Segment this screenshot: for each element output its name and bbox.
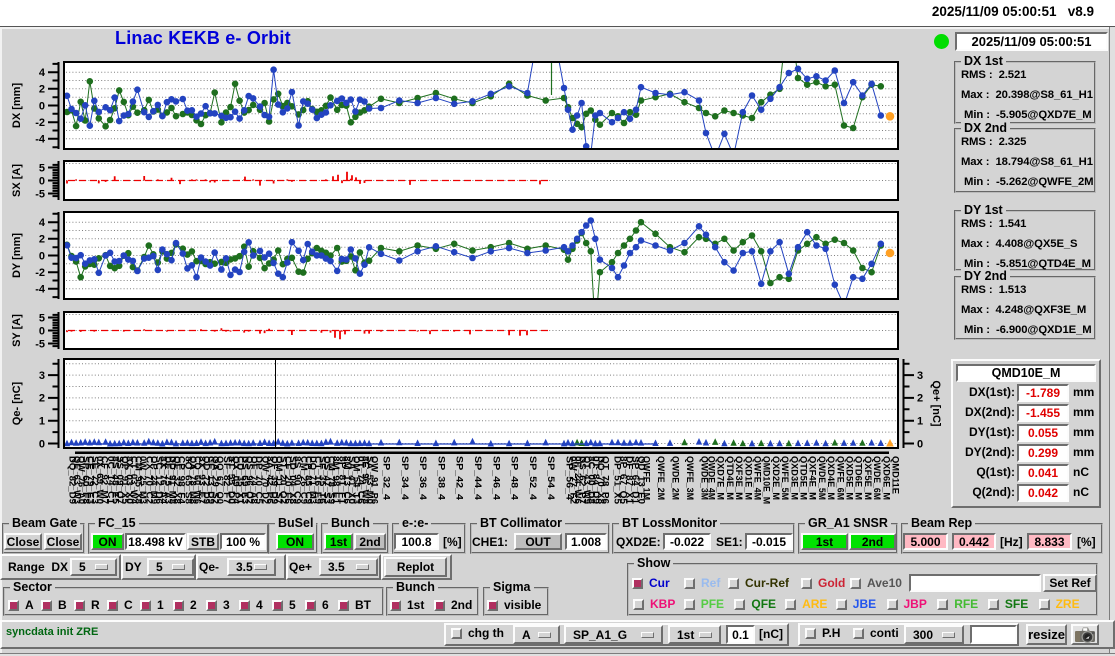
svg-text:Qe+ [nC]: Qe+ [nC]	[930, 380, 942, 426]
svg-text:QWDE_5M: QWDE_5M	[817, 456, 827, 500]
svg-text:QTD5E_M: QTD5E_M	[799, 456, 809, 500]
svg-text:0: 0	[917, 438, 923, 450]
svg-text:-4: -4	[35, 134, 46, 146]
svg-text:0: 0	[39, 250, 45, 262]
svg-text:QTD6E_M: QTD6E_M	[854, 456, 864, 500]
svg-text:QMD11E: QMD11E	[891, 456, 901, 494]
svg-text:QWFE_5M: QWFE_5M	[780, 456, 790, 500]
svg-text:SP_48_4: SP_48_4	[510, 456, 520, 501]
svg-text:QWFE_6M: QWFE_6M	[835, 456, 845, 500]
svg-text:0: 0	[39, 438, 45, 450]
svg-text:SP_36_4: SP_36_4	[418, 456, 428, 501]
svg-text:QXF4E_M: QXF4E_M	[808, 456, 818, 500]
svg-text:QWDE_6M: QWDE_6M	[872, 456, 882, 500]
svg-text:QTD4E_M: QTD4E_M	[725, 456, 735, 500]
svg-text:-2: -2	[35, 267, 45, 279]
svg-text:QWFE_1M: QWFE_1M	[642, 456, 652, 500]
svg-text:5: 5	[39, 162, 45, 174]
svg-text:2: 2	[39, 393, 45, 405]
svg-text:SP_42_4: SP_42_4	[455, 456, 465, 501]
svg-text:-4: -4	[35, 284, 46, 296]
svg-text:1: 1	[917, 416, 923, 428]
svg-text:QXD7E_M: QXD7E_M	[716, 456, 726, 500]
svg-text:0: 0	[39, 325, 45, 337]
svg-text:2: 2	[917, 393, 923, 405]
svg-text:Qe- [nC]: Qe- [nC]	[11, 381, 23, 425]
svg-text:SP_32_4: SP_32_4	[382, 456, 392, 501]
svg-text:QWDE_4M: QWDE_4M	[707, 456, 717, 500]
svg-text:-5: -5	[35, 338, 45, 350]
svg-text:DX [mm]: DX [mm]	[11, 83, 23, 129]
svg-text:QT_78_P6: QT_78_P6	[600, 456, 610, 504]
svg-text:QXD2E_M: QXD2E_M	[771, 456, 781, 500]
svg-text:QWFE_2M: QWFE_2M	[656, 456, 666, 500]
svg-text:QXD1E_M: QXD1E_M	[743, 456, 753, 500]
svg-text:3: 3	[39, 370, 45, 382]
svg-text:SP_34_4: SP_34_4	[400, 456, 410, 501]
svg-text:OW_91_P6: OW_91_P6	[370, 456, 380, 504]
svg-text:2: 2	[39, 84, 45, 96]
svg-text:DY [mm]: DY [mm]	[11, 233, 23, 278]
svg-text:-5: -5	[35, 188, 45, 200]
svg-text:SP_38_4: SP_38_4	[436, 456, 446, 501]
svg-text:SP_52_4: SP_52_4	[528, 456, 538, 501]
svg-text:QMD10E_M: QMD10E_M	[762, 456, 772, 504]
svg-text:1: 1	[39, 416, 45, 428]
svg-text:QXD5E_M: QXD5E_M	[845, 456, 855, 500]
svg-text:5: 5	[39, 312, 45, 324]
svg-text:SP_46_4: SP_46_4	[491, 456, 501, 501]
svg-text:QXD4E_M: QXD4E_M	[826, 456, 836, 500]
svg-text:-2: -2	[35, 117, 45, 129]
svg-text:SX [A]: SX [A]	[11, 164, 23, 197]
svg-text:SY [A]: SY [A]	[11, 314, 23, 347]
svg-text:0: 0	[39, 100, 45, 112]
svg-text:QXD6E_M: QXD6E_M	[881, 456, 891, 500]
svg-text:QWFE_4M: QWFE_4M	[753, 456, 763, 500]
svg-text:QWFE_3M: QWFE_3M	[685, 456, 695, 500]
svg-text:SP_44_4: SP_44_4	[473, 456, 483, 501]
svg-text:4: 4	[39, 217, 46, 229]
svg-text:0: 0	[39, 175, 45, 187]
svg-text:QXD3E_M: QXD3E_M	[789, 456, 799, 500]
svg-text:2: 2	[39, 234, 45, 246]
svg-text:QXF5E_M: QXF5E_M	[863, 456, 873, 500]
svg-text:SP_54_4: SP_54_4	[546, 456, 556, 501]
svg-text:3: 3	[917, 370, 923, 382]
svg-text:4: 4	[39, 67, 46, 79]
svg-text:QXF3E_M: QXF3E_M	[734, 456, 744, 500]
svg-text:QWDE_2M: QWDE_2M	[671, 456, 681, 500]
